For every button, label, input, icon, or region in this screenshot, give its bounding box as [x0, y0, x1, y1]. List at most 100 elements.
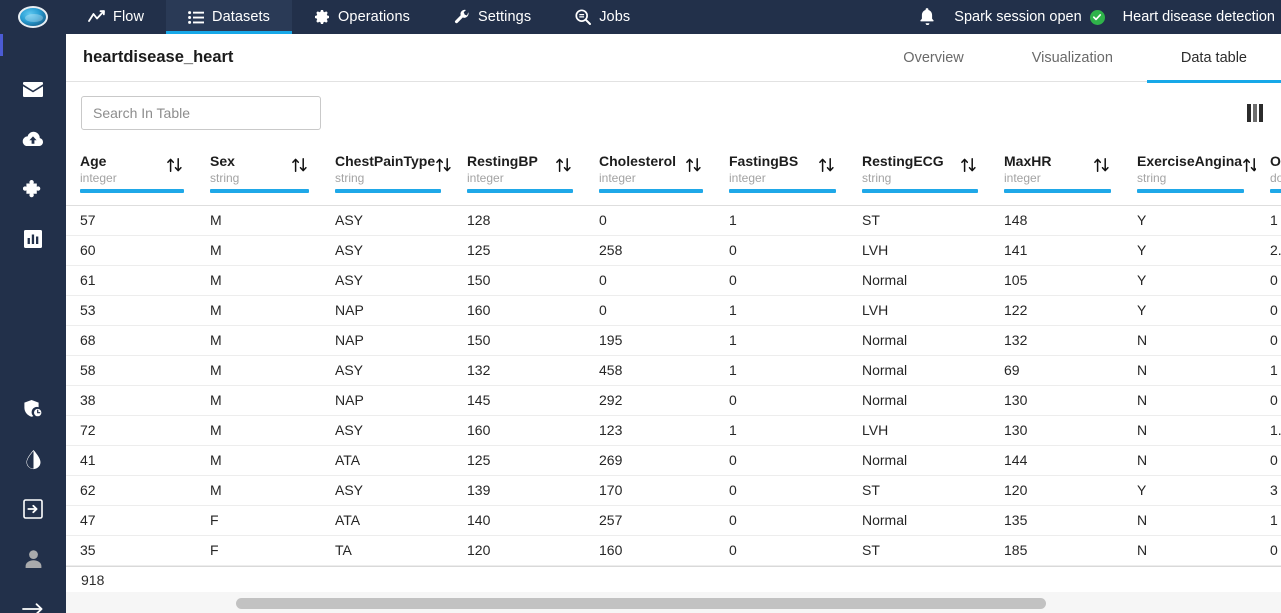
sidebar-item-login[interactable] — [0, 492, 66, 526]
column-type: string — [335, 171, 365, 185]
column-header-fastingbs[interactable]: FastingBS integer — [715, 143, 848, 206]
table-row[interactable]: 60MASY1252580LVH141Y2.8 — [66, 235, 1281, 266]
scrollbar-thumb[interactable] — [236, 598, 1046, 609]
table-row[interactable]: 61 M ASY 150 0 0 Normal 105 Y 0 — [66, 265, 1281, 296]
bell-icon[interactable] — [919, 8, 936, 26]
cell-fastingbs: 0 — [715, 535, 848, 566]
columns-icon[interactable] — [1247, 103, 1263, 122]
nav-tab-datasets[interactable]: Datasets — [166, 0, 293, 34]
table-head: Age integer Sex string ChestPainType string Re… — [66, 143, 1281, 206]
cell-fastingbs: 1 — [715, 295, 848, 326]
column-type: double — [1270, 171, 1281, 185]
cell-fastingbs: 1 — [715, 204, 848, 236]
cell-restingbp: 140 — [453, 505, 585, 536]
cell-maxhr: 122 — [990, 295, 1123, 326]
arrow-right-icon — [22, 601, 44, 613]
nav-tab-datasets-label: Datasets — [212, 9, 271, 25]
column-name: RestingECG — [862, 153, 944, 169]
cell-sex: F — [196, 505, 321, 536]
nav-tab-flow[interactable]: Flow — [66, 0, 166, 34]
column-header-oldpeak[interactable]: Oldpeak double — [1256, 143, 1281, 206]
cell-restingecg: Normal — [848, 385, 990, 416]
sidebar-item-plugins[interactable] — [0, 172, 66, 206]
column-header-restingbp[interactable]: RestingBP integer — [453, 143, 585, 206]
data-table-scroll-area[interactable]: Age integer Sex string ChestPainType string Re… — [66, 143, 1281, 593]
project-name[interactable]: Heart disease detection — [1123, 9, 1275, 25]
nav-tab-jobs[interactable]: Jobs — [553, 0, 652, 34]
topbar-right-group: Spark session open Heart disease detecti… — [919, 0, 1281, 34]
cell-maxhr: 148 — [990, 204, 1123, 236]
column-type: integer — [599, 171, 636, 185]
cell-cholesterol: 160 — [585, 535, 715, 566]
column-header-restingecg[interactable]: RestingECG string — [848, 143, 990, 206]
cell-age: 47 — [66, 505, 196, 536]
table-row[interactable]: 68 M NAP 150 195 1 Normal 132 N 0 — [66, 325, 1281, 356]
cell-chestpaintype: TA — [321, 535, 453, 566]
cell-chestpaintype: ASY — [321, 475, 453, 506]
sidebar-item-theme[interactable] — [0, 442, 66, 476]
tab-data-table[interactable]: Data table — [1146, 34, 1281, 83]
column-header-sex[interactable]: Sex string — [196, 143, 321, 206]
nav-tab-settings-label: Settings — [477, 9, 532, 25]
cell-age: 38 — [66, 385, 196, 416]
table-row[interactable]: 62 M ASY 139 170 0 ST 120 Y 3 — [66, 475, 1281, 506]
table-row[interactable]: 47 F ATA 140 257 0 Normal 135 N 1 — [66, 505, 1281, 536]
cell-restingecg: LVH — [848, 235, 990, 266]
cell-cholesterol: 170 — [585, 475, 715, 506]
tab-overview[interactable]: Overview — [869, 34, 997, 82]
top-navigation-bar: Flow Datasets Operations Settings Jobs S… — [0, 0, 1281, 34]
cell-cholesterol: 0 — [585, 265, 715, 296]
cell-chestpaintype: ASY — [321, 235, 453, 266]
cell-cholesterol: 292 — [585, 385, 715, 416]
sidebar-item-charts[interactable] — [0, 222, 66, 256]
cell-maxhr: 185 — [990, 535, 1123, 566]
horizontal-scrollbar[interactable] — [66, 592, 1281, 613]
sort-updown-icon[interactable] — [291, 157, 309, 176]
table-row[interactable]: 72MASY1601231LVH130N1.5 — [66, 415, 1281, 446]
column-header-maxhr[interactable]: MaxHR integer — [990, 143, 1123, 206]
sort-updown-icon[interactable] — [960, 157, 978, 176]
tab-visualization[interactable]: Visualization — [998, 34, 1147, 82]
envelope-icon — [22, 81, 44, 98]
sidebar-item-security[interactable] — [0, 392, 66, 426]
sort-updown-icon[interactable] — [685, 157, 703, 176]
table-toolbar — [66, 82, 1281, 143]
sort-updown-icon[interactable] — [818, 157, 836, 176]
dataset-tabs: Overview Visualization Data table — [869, 34, 1281, 83]
nav-tab-operations-label: Operations — [338, 9, 410, 25]
cell-restingecg: LVH — [848, 415, 990, 446]
sort-updown-icon[interactable] — [435, 157, 453, 176]
table-row[interactable]: 53 M NAP 160 0 1 LVH 122 Y 0 — [66, 295, 1281, 326]
table-row[interactable]: 35 F TA 120 160 0 ST 185 N 0 — [66, 535, 1281, 566]
sort-updown-icon[interactable] — [1093, 157, 1111, 176]
cell-age: 61 — [66, 265, 196, 296]
cell-cholesterol: 269 — [585, 445, 715, 476]
table-row[interactable]: 38 M NAP 145 292 0 Normal 130 N 0 — [66, 385, 1281, 416]
column-header-age[interactable]: Age integer — [66, 143, 196, 206]
tab-data-table-label: Data table — [1180, 49, 1247, 66]
column-header-exerciseangina[interactable]: ExerciseAngina string — [1123, 143, 1258, 206]
table-row[interactable]: 41 M ATA 125 269 0 Normal 144 N 0 — [66, 445, 1281, 476]
cell-fastingbs: 1 — [715, 355, 848, 386]
cell-exerciseangina: Y — [1123, 265, 1256, 296]
table-row[interactable]: 57 M ASY 128 0 1 ST 148 Y 1 — [66, 204, 1281, 236]
app-logo[interactable] — [0, 0, 66, 34]
sidebar-item-messages[interactable] — [0, 72, 66, 106]
sidebar-item-profile[interactable] — [0, 542, 66, 576]
sidebar-item-upload[interactable] — [0, 122, 66, 156]
sidebar-item-expand-sidebar[interactable] — [0, 592, 66, 613]
cell-exerciseangina: N — [1123, 445, 1256, 476]
cell-restingbp: 160 — [453, 415, 585, 446]
column-header-chestpaintype[interactable]: ChestPainType string — [321, 143, 453, 206]
table-row[interactable]: 58 M ASY 132 458 1 Normal 69 N 1 — [66, 355, 1281, 386]
sort-updown-icon[interactable] — [166, 157, 184, 176]
column-fill-bar — [1004, 188, 1111, 193]
sort-updown-icon[interactable] — [555, 157, 573, 176]
cell-exerciseangina: N — [1123, 325, 1256, 356]
nav-tab-operations[interactable]: Operations — [292, 0, 432, 34]
column-header-cholesterol[interactable]: Cholesterol integer — [585, 143, 715, 206]
cell-fastingbs: 1 — [715, 325, 848, 356]
nav-tab-settings[interactable]: Settings — [432, 0, 553, 34]
column-name: MaxHR — [1004, 153, 1052, 169]
search-input[interactable] — [81, 95, 321, 130]
